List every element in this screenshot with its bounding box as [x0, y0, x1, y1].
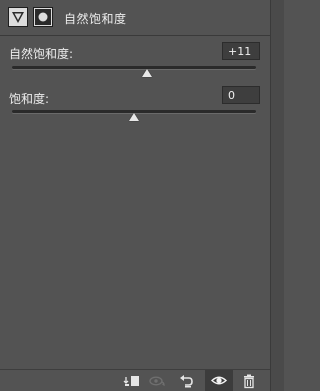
panel-scrollbar[interactable]: [270, 0, 284, 391]
panel-footer: [0, 369, 270, 391]
panel-title: 自然饱和度: [64, 12, 127, 26]
visibility-eye-icon[interactable]: [205, 370, 233, 391]
view-previous-icon[interactable]: [148, 373, 168, 389]
vibrance-value-input[interactable]: +11: [222, 42, 260, 60]
reset-icon[interactable]: [177, 373, 197, 389]
vibrance-label: 自然饱和度:: [9, 47, 74, 61]
saturation-value-input[interactable]: 0: [222, 86, 260, 104]
adjustment-triangle-icon[interactable]: [8, 7, 28, 27]
panel-header: 自然饱和度: [0, 0, 270, 36]
vibrance-slider-thumb[interactable]: [142, 69, 153, 77]
saturation-slider-thumb[interactable]: [129, 113, 139, 121]
vibrance-slider-track[interactable]: [12, 66, 256, 69]
properties-panel: 自然饱和度 自然饱和度: +11 饱和度: 0: [0, 0, 270, 391]
clip-to-layer-icon[interactable]: [122, 373, 142, 389]
saturation-label: 饱和度:: [9, 92, 50, 106]
delete-trash-icon[interactable]: [239, 373, 259, 389]
layer-mask-icon[interactable]: [33, 7, 53, 27]
